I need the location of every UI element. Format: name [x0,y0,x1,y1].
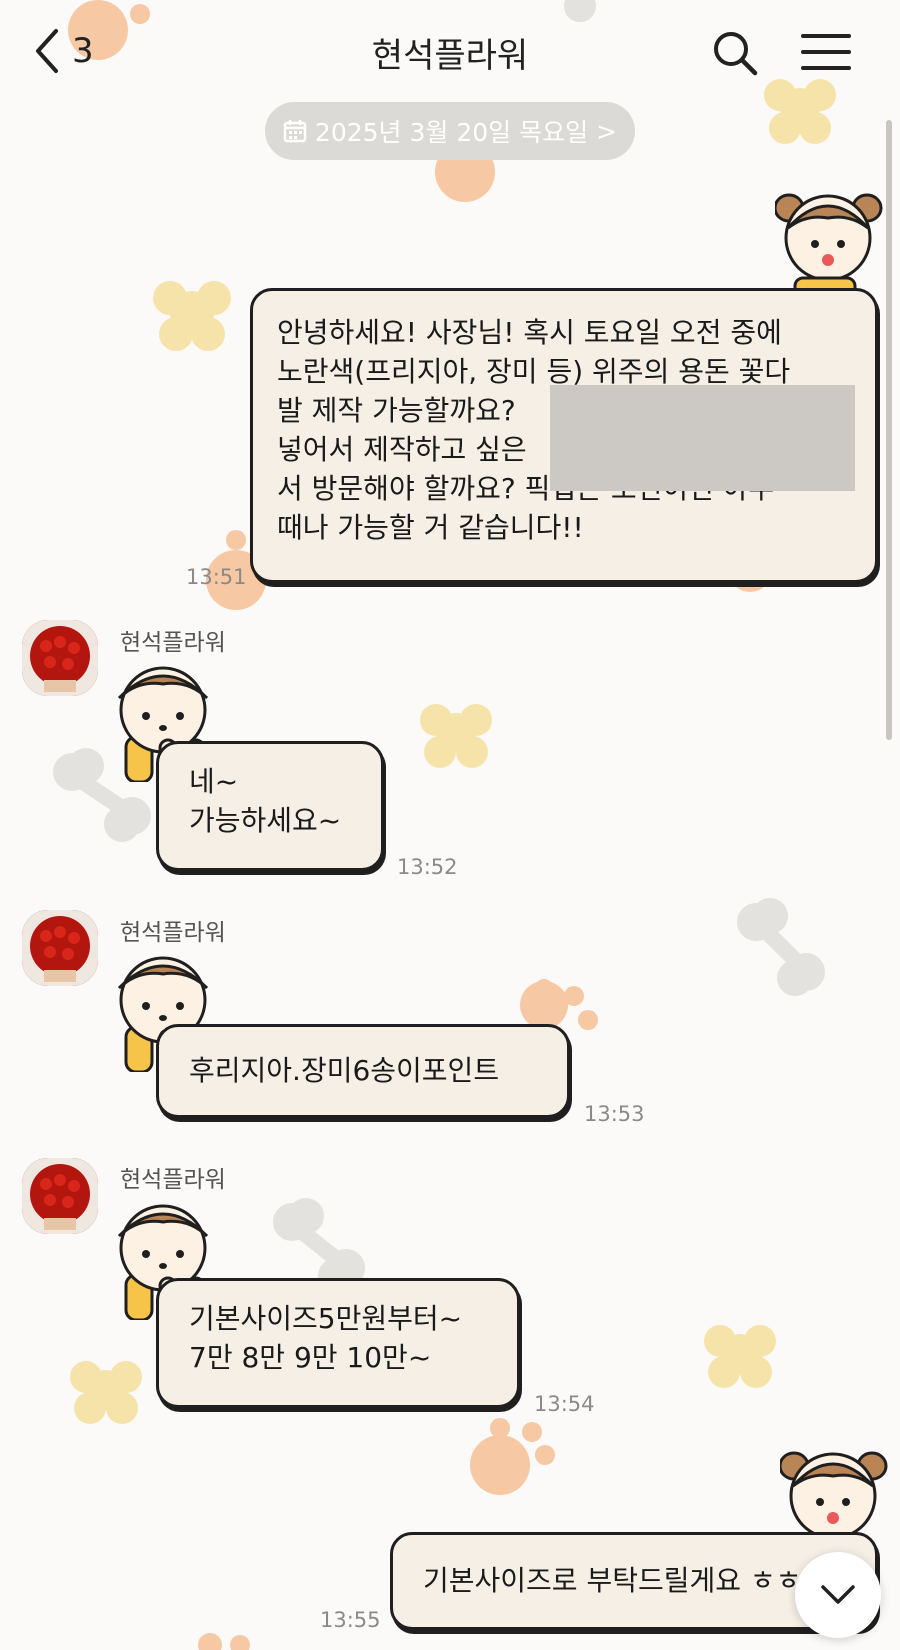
message-line: 기본사이즈로 부탁드릴게요 ㅎㅎ [423,1564,802,1597]
flower-bouquet-image [22,910,98,986]
search-icon [714,32,758,76]
chat-title: 현석플라워 [371,36,529,76]
incoming-message[interactable]: 후리지아.장미6송이포인트 [156,1024,570,1118]
incoming-message[interactable]: 기본사이즈5만원부터~ 7만 8만 9만 10만~ [156,1278,520,1408]
date-divider[interactable]: 2025년 3월 20일 목요일 > [265,102,635,160]
avatar[interactable] [22,620,98,696]
scrollbar[interactable] [886,120,892,740]
incoming-message[interactable]: 네~ 가능하세요~ [156,741,384,871]
message-time: 13:51 [186,565,247,589]
redacted-area [550,385,855,491]
date-label: 2025년 3월 20일 목요일 [314,118,589,147]
avatar[interactable] [22,1158,98,1234]
menu-button[interactable] [800,30,852,74]
sender-name: 현석플라워 [120,920,226,946]
flower-bouquet-image [22,620,98,696]
search-button[interactable] [710,28,760,78]
character-sticker [775,193,883,298]
flower-bouquet-image [22,1158,98,1234]
message-line: 7만 8만 9만 10만~ [189,1341,432,1374]
sender-name: 현석플라워 [120,630,226,656]
avatar[interactable] [22,910,98,986]
message-line: 기본사이즈5만원부터~ [189,1302,463,1335]
message-time: 13:53 [584,1102,645,1126]
chevron-right-icon: > [596,116,618,146]
message-line: 때나 가능할 거 같습니다!! [277,511,584,544]
menu-icon [801,34,851,70]
message-time: 13:52 [397,855,458,879]
message-line: 가능하세요~ [189,804,342,837]
message-time: 13:55 [320,1608,381,1632]
message-time: 13:54 [534,1392,595,1416]
message-line: 안녕하세요! 사장님! 혹시 토요일 오전 중에 [277,316,782,349]
scroll-down-icon [821,1585,855,1604]
message-line: 네~ [189,765,239,798]
sender-name: 현석플라워 [120,1167,226,1193]
chat-header: 3 현석플라워 [0,0,900,100]
message-line: 후리지아.장미6송이포인트 [189,1054,500,1087]
scroll-to-bottom-button[interactable] [795,1552,881,1638]
calendar-icon [283,120,307,143]
